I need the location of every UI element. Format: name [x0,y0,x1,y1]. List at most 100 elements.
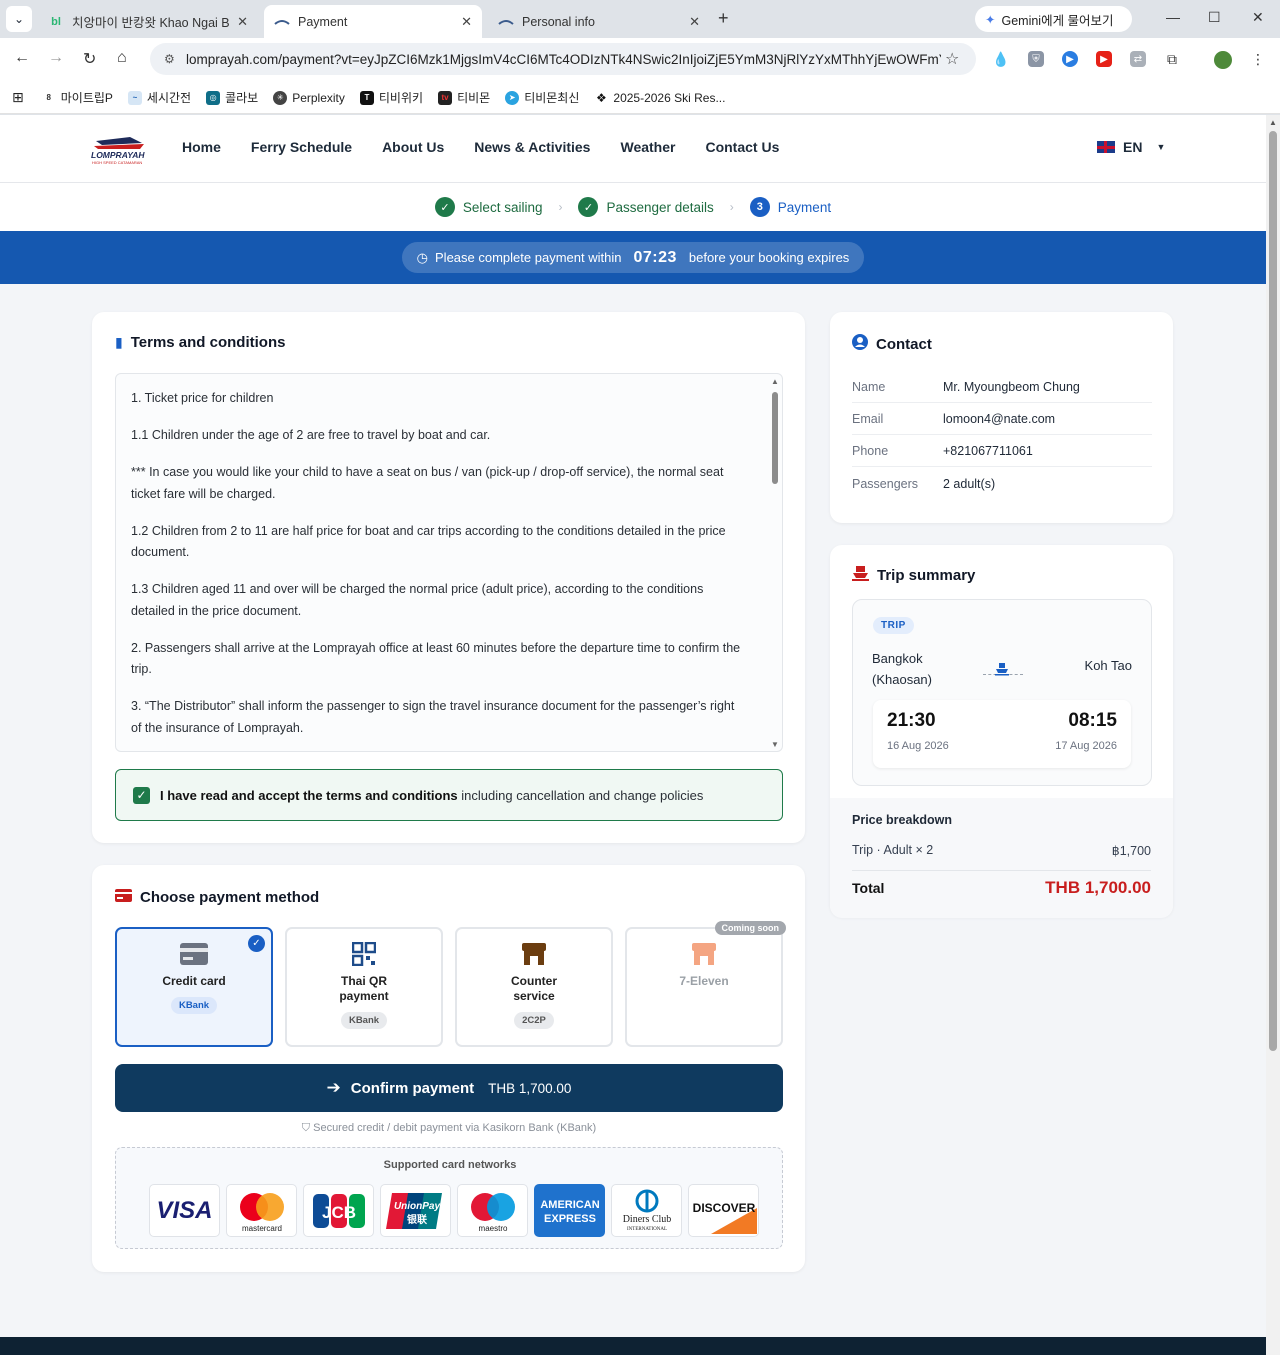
maximize-icon[interactable]: ☐ [1208,9,1221,26]
bookmark-item[interactable]: ❖ 2025-2026 Ski Res... [594,90,725,105]
bookmark-item[interactable]: T 티비위키 [359,89,423,106]
new-tab-icon[interactable]: + [718,8,729,29]
tab-title: Personal info [522,14,595,29]
booking-timer-bar: ◷ Please complete payment within 07:23 b… [0,231,1266,284]
url-text[interactable]: lomprayah.com/payment?vt=eyJpZCI6Mzk1Mjg… [186,52,941,67]
trip-summary-card: Trip summary TRIP Bangkok (Khaosan) Koh … [830,545,1173,918]
nav-about-us[interactable]: About Us [382,139,444,155]
svg-text:DISCOVER: DISCOVER [692,1201,755,1215]
bookmark-item[interactable]: ~ 세시간전 [127,89,191,106]
reload-icon[interactable]: ↻ [83,49,96,69]
menu-kebab-icon[interactable]: ⋮ [1250,51,1266,67]
page-scrollbar[interactable]: ▲ [1266,115,1280,1355]
selected-check-icon: ✓ [248,935,265,952]
mastercard-logo-icon: mastercard [226,1184,297,1237]
discover-logo-icon: DISCOVER [688,1184,759,1237]
scroll-down-icon[interactable]: ▼ [771,740,779,749]
scroll-thumb[interactable] [1269,131,1277,1051]
scroll-thumb[interactable] [772,392,778,484]
confirm-payment-button[interactable]: ➔ Confirm payment THB 1,700.00 [115,1064,783,1112]
bookmark-item[interactable]: ◎ 콜라보 [206,89,258,106]
clock-icon: ◷ [416,249,429,265]
site-info-icon[interactable]: ⚙ [164,52,186,66]
terms-scroll-box[interactable]: 1. Ticket price for children 1.1 Childre… [115,373,783,752]
extension-drop-icon[interactable]: 💧 [992,51,1009,67]
extensions-puzzle-icon[interactable]: ⧉ [1164,51,1180,67]
step-select-sailing[interactable]: ✓ Select sailing [434,197,542,217]
nav-home[interactable]: Home [182,139,221,155]
terms-scrollbar[interactable]: ▲ ▼ [770,377,780,749]
browser-tab-3[interactable]: Personal info ✕ [488,5,710,38]
total-label: Total [852,880,885,896]
bookmark-star-icon[interactable]: ☆ [945,49,959,69]
lomprayah-logo[interactable]: LOMPRAYAH HIGH SPEED CATAMARAN [90,133,148,165]
close-icon[interactable]: ✕ [237,14,248,30]
nav-weather[interactable]: Weather [620,139,675,155]
back-icon[interactable]: ← [14,49,30,67]
tab-search-button[interactable]: ⌄ [6,6,32,32]
ferry-favicon-icon [274,15,290,29]
forward-icon[interactable]: → [48,49,64,67]
bookmark-item[interactable]: 8 마이트립P [41,89,113,106]
language-selector[interactable]: EN ▼ [1097,139,1165,155]
extension-play-icon[interactable]: ▶ [1062,51,1078,67]
checkbox-checked-icon[interactable]: ✓ [133,786,150,804]
svg-text:UnionPay: UnionPay [393,1201,440,1212]
credit-card-icon [180,941,208,967]
gemini-icon: ✦ [985,12,996,27]
scroll-up-icon[interactable]: ▲ [1269,118,1277,127]
diners-club-logo-icon: Diners Club INTERNATIONAL [611,1184,682,1237]
maestro-logo-icon: maestro [457,1184,528,1237]
check-icon: ✓ [578,197,599,217]
svg-text:EXPRESS: EXPRESS [544,1213,596,1225]
bookmark-item[interactable]: tv 티비몬 [438,89,490,106]
minimize-icon[interactable]: — [1166,9,1180,25]
depart-date: 16 Aug 2026 [887,740,949,752]
terms-paragraph: 3. “The Distributor” shall inform the pa… [131,699,735,735]
home-icon[interactable]: ⌂ [117,49,127,67]
nav-news-activities[interactable]: News & Activities [474,139,590,155]
method-label: Counter service [511,974,557,1003]
chevron-right-icon: › [558,200,563,214]
close-icon[interactable]: ✕ [689,14,700,30]
payment-method-counter-service[interactable]: Counter service 2C2P [455,927,613,1047]
address-bar[interactable]: ⚙ lomprayah.com/payment?vt=eyJpZCI6Mzk1M… [150,43,976,75]
nav-ferry-schedule[interactable]: Ferry Schedule [251,139,352,155]
nav-contact-us[interactable]: Contact Us [705,139,779,155]
payment-card: Choose payment method ✓ Credit card KBan… [92,865,805,1272]
bookmarks-bar: ⊞ 8 마이트립P ~ 세시간전 ◎ 콜라보 ✳ Perplexity T 티비위키 tv… [0,82,1280,114]
extension-sync-icon[interactable]: ⇄ [1130,51,1146,67]
scroll-up-icon[interactable]: ▲ [771,377,779,386]
document-icon: ▮ [115,334,123,350]
terms-paragraph: 1. Ticket price for children [131,391,274,405]
tab-favicon-icon: bl [51,15,61,28]
svg-text:HIGH SPEED CATAMARAN: HIGH SPEED CATAMARAN [92,160,142,165]
ship-icon [852,565,869,585]
bookmark-item[interactable]: ✳ Perplexity [273,90,345,105]
payment-method-thai-qr[interactable]: Thai QR payment KBank [285,927,443,1047]
gemini-button[interactable]: ✦ Gemini에게 물어보기 [975,6,1132,32]
browser-tab-1[interactable]: bl 치앙마이 반캉왓 Khao Ngai Br ✕ [38,5,258,38]
ferry-favicon-icon [498,15,514,29]
extension-shield-icon[interactable]: ⛨ [1028,51,1044,67]
extension-youtube-icon[interactable]: ▶ [1096,51,1112,67]
browser-tab-2[interactable]: Payment ✕ [264,5,482,38]
terms-paragraph: 1.2 Children from 2 to 11 are half price… [131,523,726,560]
bookmark-favicon-icon: ◎ [206,90,221,105]
svg-text:INTERNATIONAL: INTERNATIONAL [627,1227,667,1232]
accept-terms-checkbox[interactable]: ✓ I have read and accept the terms and c… [115,769,783,821]
total-row: Total THB 1,700.00 [852,878,1151,898]
close-icon[interactable]: ✕ [461,14,472,30]
step-passenger-details[interactable]: ✓ Passenger details [578,197,714,217]
browser-toolbar: ← → ↻ ⌂ ⚙ lomprayah.com/payment?vt=eyJpZ… [0,38,1280,82]
networks-title: Supported card networks [383,1159,517,1171]
profile-avatar[interactable] [1214,51,1232,69]
payment-method-credit-card[interactable]: ✓ Credit card KBank [115,927,273,1047]
window-close-icon[interactable]: ✕ [1252,9,1264,26]
bookmark-item[interactable]: ➤ 티비몬최신 [505,89,579,106]
caret-down-icon: ▼ [1156,142,1166,152]
booking-steps: ✓ Select sailing › ✓ Passenger details ›… [0,183,1266,231]
contact-card: Contact Name Mr. Myoungbeom Chung Email lo… [830,312,1173,523]
tab-title: 치앙마이 반캉왓 Khao Ngai Br [72,16,230,30]
apps-grid-icon[interactable]: ⊞ [12,89,24,106]
